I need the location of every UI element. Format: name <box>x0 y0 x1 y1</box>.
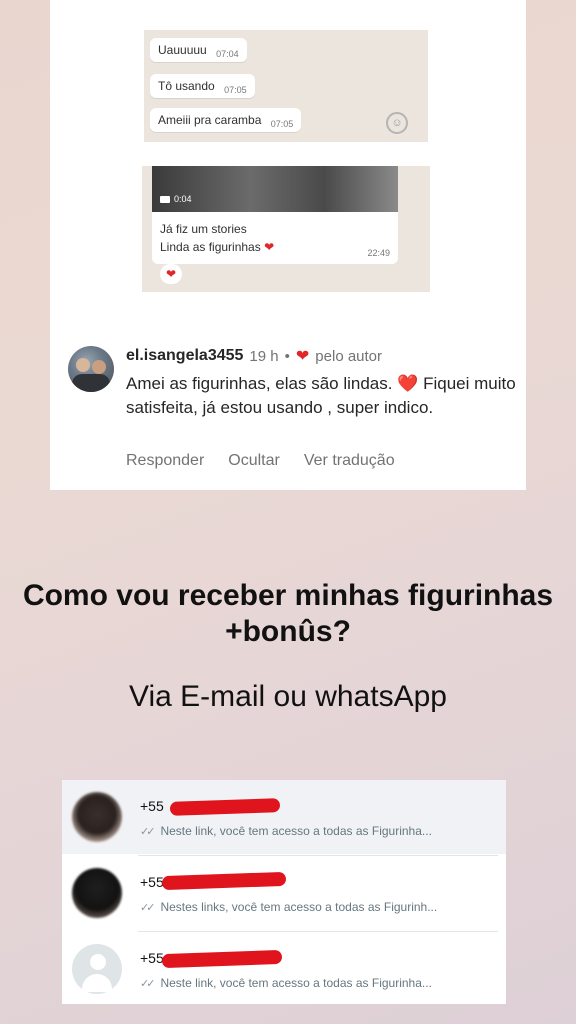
hide-button[interactable]: Ocultar <box>228 452 280 470</box>
chat-message: Tô usando 07:05 <box>150 74 255 98</box>
heart-icon: ❤ <box>295 348 310 365</box>
message-time: 07:05 <box>224 85 247 95</box>
whatsapp-chat-2: 0:04 Já fiz um stories Linda as figurinh… <box>142 166 430 292</box>
comment-age: 19 h <box>249 347 279 365</box>
comment-header: el.isangela3455 19 h • ❤ pelo autor <box>126 346 382 366</box>
message-preview: Neste link, você tem acesso a todas as F… <box>160 976 432 990</box>
video-duration-text: 0:04 <box>174 194 192 204</box>
video-message[interactable]: 0:04 Já fiz um stories Linda as figurinh… <box>152 166 398 264</box>
heart-reaction-icon[interactable]: ❤ <box>160 264 182 284</box>
phone-prefix: +55 <box>140 874 164 890</box>
message-time: 22:49 <box>367 248 390 258</box>
message-time: 07:04 <box>216 49 239 59</box>
list-item[interactable]: +55 ✓✓ Neste link, você tem acesso a tod… <box>62 780 506 854</box>
message-text: Linda as figurinhas <box>160 240 261 254</box>
liked-by-author: pelo autor <box>315 347 383 365</box>
contact-name: +55 <box>140 874 164 890</box>
comment-actions: Responder Ocultar Ver tradução <box>126 452 395 470</box>
video-camera-icon <box>160 195 170 203</box>
chat-message: Ameiii pra caramba 07:05 <box>150 108 302 132</box>
message-text: Tô usando <box>158 79 215 93</box>
phone-prefix: +55 <box>140 798 164 814</box>
last-message: ✓✓ Nestes links, você tem acesso a todas… <box>140 900 437 914</box>
last-message: ✓✓ Neste link, você tem acesso a todas a… <box>140 976 432 990</box>
see-translation-button[interactable]: Ver tradução <box>304 452 395 470</box>
double-check-icon: ✓✓ <box>140 825 156 838</box>
contact-name: +55 <box>140 798 164 814</box>
comment-username[interactable]: el.isangela3455 <box>126 347 243 365</box>
whatsapp-chat-1: Uauuuuu 07:04 Tô usando 07:05 Ameiii pra… <box>144 30 428 142</box>
last-message: ✓✓ Neste link, você tem acesso a todas a… <box>140 824 432 838</box>
list-item[interactable]: +55 ✓✓ Nestes links, você tem acesso a t… <box>62 855 506 930</box>
contact-name: +55 <box>140 950 164 966</box>
avatar[interactable] <box>72 792 122 842</box>
redaction-mark <box>169 798 281 816</box>
question-heading: Como vou receber minhas figurinhas +bonû… <box>22 579 554 648</box>
message-preview: Neste link, você tem acesso a todas as F… <box>160 824 432 838</box>
message-preview: Nestes links, você tem acesso a todas as… <box>160 900 438 914</box>
default-avatar-icon[interactable] <box>72 944 122 994</box>
redaction-mark <box>161 949 283 969</box>
emoji-react-icon[interactable]: ☺ <box>386 112 408 134</box>
double-check-icon: ✓✓ <box>140 901 156 914</box>
phone-prefix: +55 <box>140 950 164 966</box>
double-check-icon: ✓✓ <box>140 977 156 990</box>
avatar[interactable] <box>72 868 122 918</box>
video-duration: 0:04 <box>160 194 192 204</box>
message-text: Já fiz um stories <box>160 222 247 236</box>
heart-icon: ❤ <box>264 240 275 254</box>
divider <box>138 931 498 932</box>
whatsapp-chat-list: +55 ✓✓ Neste link, você tem acesso a tod… <box>62 780 506 1004</box>
testimonial-screenshot: Uauuuuu 07:04 Tô usando 07:05 Ameiii pra… <box>50 0 526 490</box>
message-text-line2: Linda as figurinhas ❤ <box>160 240 274 254</box>
answer-text: Via E-mail ou whatsApp <box>129 680 447 713</box>
message-time: 07:05 <box>270 119 294 129</box>
message-text: Uauuuuu <box>158 43 207 57</box>
list-item[interactable]: +55 ✓✓ Neste link, você tem acesso a tod… <box>62 931 506 1006</box>
comment-text: Amei as figurinhas, elas são lindas. ❤️ … <box>126 374 516 417</box>
avatar[interactable] <box>68 346 114 392</box>
divider <box>138 855 498 856</box>
video-thumbnail[interactable]: 0:04 <box>152 166 398 212</box>
message-text: Ameiii pra caramba <box>158 113 262 127</box>
redaction-mark <box>161 871 287 891</box>
reply-button[interactable]: Responder <box>126 452 204 470</box>
separator-dot: • <box>284 347 290 365</box>
chat-message: Uauuuuu 07:04 <box>150 38 247 62</box>
